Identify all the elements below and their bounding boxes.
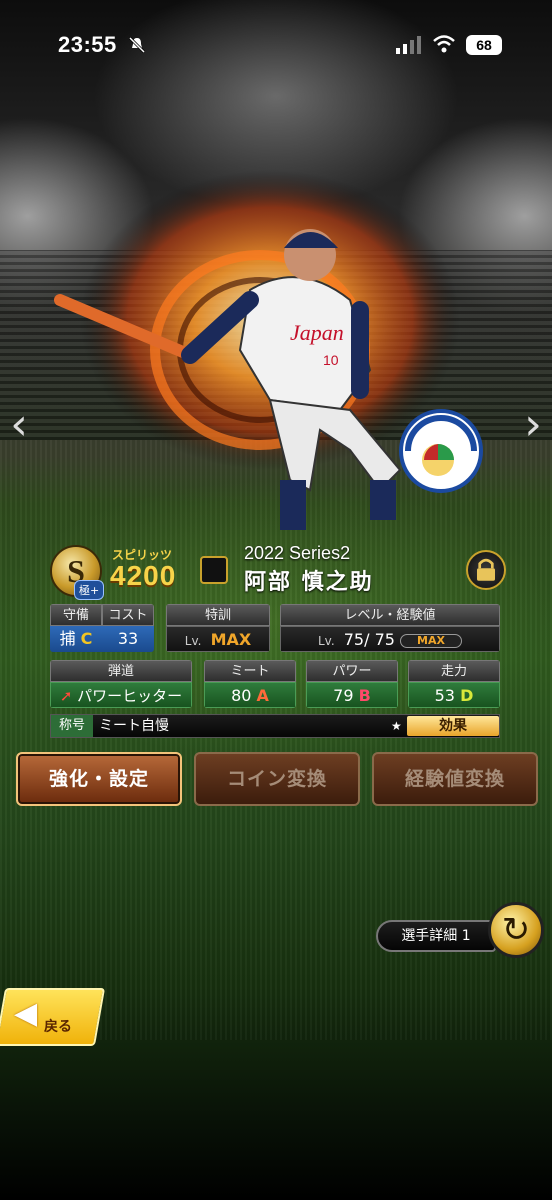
meet-value: 80 [231,686,252,705]
training-panel: 特訓 Lv. MAX [166,604,270,652]
title-row: 称号 ミート自慢 ★ 効果 [50,714,500,738]
player-name: 阿部 慎之助 [244,570,374,595]
meet-value-cell: 80 A [204,682,296,708]
back-arrow-icon: ◀ [14,996,38,1031]
meet-header: ミート [204,660,296,682]
exp-convert-button[interactable]: 経験値変換 [372,752,538,806]
player-detail-button[interactable]: 選手詳細 1 [376,920,496,952]
position-cost-panel: 守備 コスト 捕 C 33 [50,604,154,652]
coin-convert-button[interactable]: コイン変換 [194,752,360,806]
trajectory-value-cell: ➚ パワーヒッター [50,682,192,708]
meet-grade: A [256,686,269,705]
exp-bar: MAX [400,633,463,648]
position-grade: C [80,629,93,648]
level-panel: レベル・経験値 Lv. 75/ 75 MAX [280,604,500,652]
speed-value-cell: 53 D [408,682,500,708]
svg-text:10: 10 [323,352,339,368]
cost-header: コスト [102,604,154,626]
rank-sub-badge: 極+ [74,580,105,600]
back-label: 戻る [44,1019,72,1035]
training-value-cell: Lv. MAX [166,626,270,652]
series-label: 2022 Series2 [244,543,351,563]
silent-bell-icon [128,36,146,54]
position-value-cell: 捕 C [50,626,102,652]
power-value-cell: 79 B [306,682,398,708]
level-value-cell: Lv. 75/ 75 MAX [280,626,500,652]
position-value: 捕 [59,629,76,648]
training-lv-label: Lv. [184,634,202,648]
level-value: 75/ 75 [343,630,395,649]
battery-indicator: 68 [466,35,502,55]
power-panel: パワー 79 B [306,660,398,708]
speed-grade: D [460,686,474,705]
title-star-icon: ★ [391,719,402,733]
meet-panel: ミート 80 A [204,660,296,708]
speed-header: 走力 [408,660,500,682]
enhance-settings-button[interactable]: 強化・設定 [16,752,182,806]
clock: 23:55 [58,32,117,57]
next-card-arrow-icon[interactable]: › [518,400,548,450]
power-value: 79 [333,686,354,705]
position-header: 守備 [50,604,102,626]
title-label: 称号 [51,715,93,737]
previous-card-arrow-icon[interactable]: ‹ [4,400,34,450]
trajectory-arrow-icon: ➚ [59,687,73,705]
training-header: 特訓 [166,604,270,626]
speed-value: 53 [434,686,455,705]
power-grade: B [358,686,371,705]
power-header: パワー [306,660,398,682]
level-header: レベル・経験値 [280,604,500,626]
spirits-value: 4200 [110,560,177,591]
title-value: ミート自慢 [99,718,169,734]
effect-button[interactable]: 効果 [407,716,499,736]
status-bar: 23:55 68 [0,0,552,90]
trajectory-panel: 弾道 ➚ パワーヒッター [50,660,192,708]
wifi-icon [433,35,455,53]
lock-icon[interactable] [466,550,506,590]
trajectory-header: 弾道 [50,660,192,682]
cellular-signal-icon [396,36,421,54]
speed-panel: 走力 53 D [408,660,500,708]
training-value: MAX [210,630,252,649]
level-lv-label: Lv. [317,634,335,648]
team-emblem-icon [200,556,228,584]
trajectory-value: パワーヒッター [77,687,183,705]
wbc-logo-icon [399,409,483,493]
svg-text:Japan: Japan [290,320,344,345]
switch-view-icon[interactable] [488,902,544,958]
cost-value: 33 [102,626,154,652]
